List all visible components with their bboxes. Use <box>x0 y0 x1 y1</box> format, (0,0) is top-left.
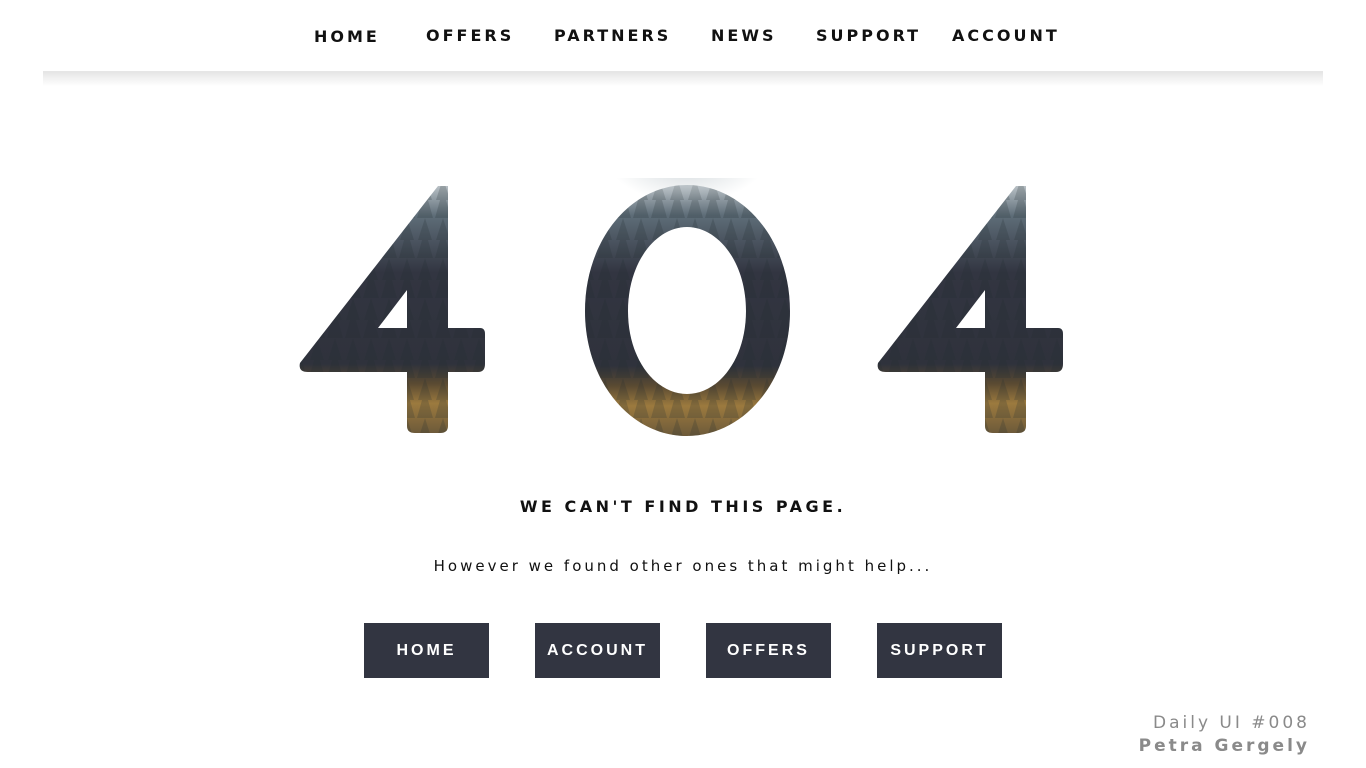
top-navigation: HOME OFFERS PARTNERS NEWS SUPPORT ACCOUN… <box>0 0 1366 72</box>
account-button[interactable]: ACCOUNT <box>535 623 660 678</box>
support-button[interactable]: SUPPORT <box>877 623 1002 678</box>
offers-button[interactable]: OFFERS <box>706 623 831 678</box>
credit-author: Petra Gergely <box>1138 736 1310 756</box>
nav-support-link[interactable]: SUPPORT <box>816 26 921 45</box>
credit-title: Daily UI #008 <box>1153 713 1310 733</box>
nav-home-link[interactable]: HOME <box>314 27 380 46</box>
nav-account-link[interactable]: ACCOUNT <box>952 26 1060 45</box>
error-subline: However we found other ones that might h… <box>433 557 933 575</box>
nav-news-link[interactable]: NEWS <box>711 26 777 45</box>
nav-shadow <box>43 72 1323 86</box>
error-code-404 <box>299 178 1063 436</box>
error-headline: WE CAN'T FIND THIS PAGE. <box>519 497 847 516</box>
digit-zero <box>585 178 790 436</box>
digit-four-left <box>299 186 485 433</box>
home-button[interactable]: HOME <box>364 623 489 678</box>
digit-four-right <box>877 186 1063 433</box>
nav-offers-link[interactable]: OFFERS <box>426 26 514 45</box>
nav-partners-link[interactable]: PARTNERS <box>554 26 671 45</box>
